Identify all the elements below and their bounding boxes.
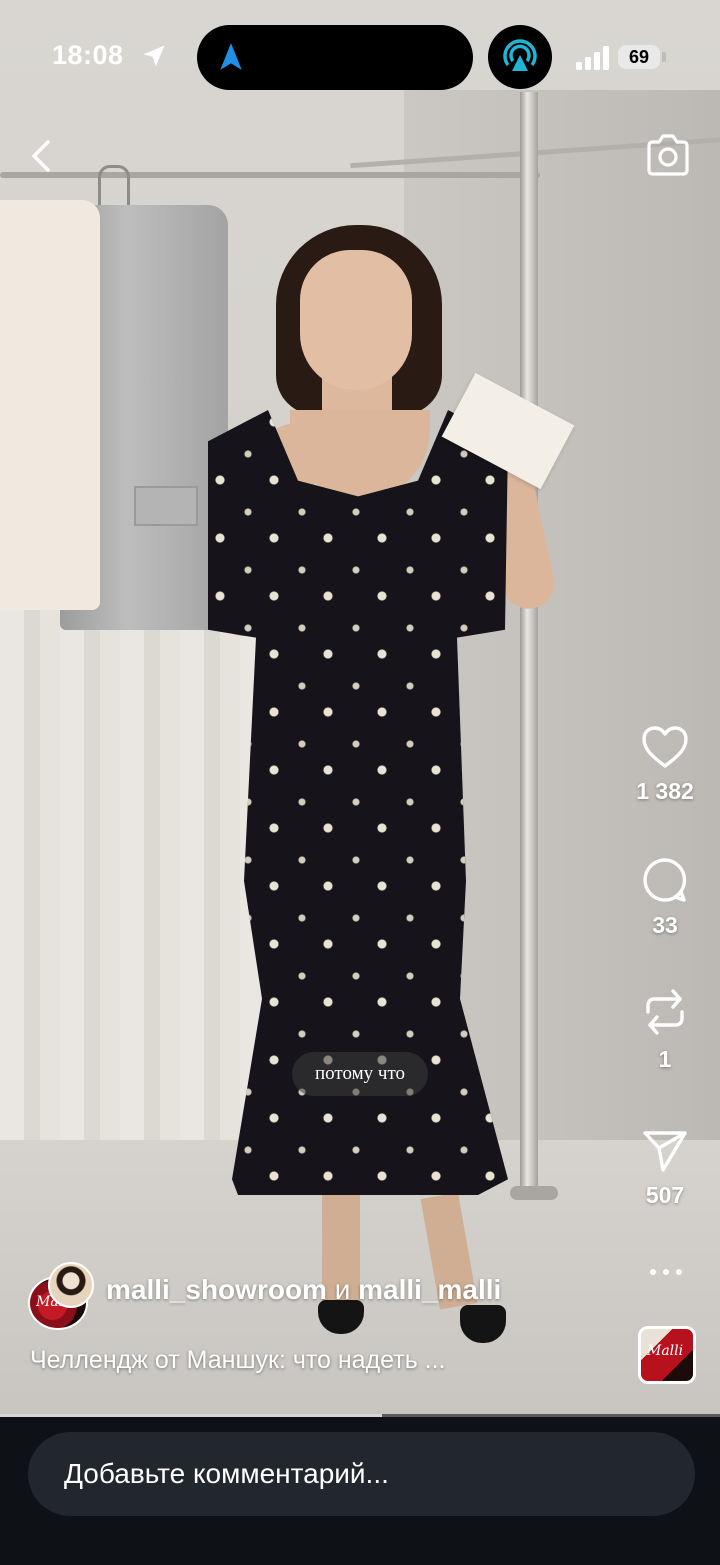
video-subtitle: потому что (292, 1052, 428, 1096)
battery-indicator: 69 (618, 45, 660, 69)
chevron-left-icon[interactable] (26, 138, 58, 174)
collab-avatar[interactable] (48, 1262, 94, 1308)
share-action[interactable]: 507 (625, 1128, 705, 1209)
hotspot-icon (503, 39, 537, 71)
audio-track-thumbnail[interactable]: Malli (638, 1326, 696, 1384)
hanger (98, 165, 130, 208)
jacket-pocket (134, 486, 198, 526)
clothing-rail (0, 172, 540, 178)
hotspot-indicator (488, 25, 552, 89)
rack-pole-base (510, 1186, 558, 1200)
battery-tip (662, 52, 666, 62)
share-count: 507 (645, 1182, 685, 1208)
heart-icon[interactable] (640, 724, 690, 770)
location-arrow-icon (143, 45, 165, 67)
reel-video-frame[interactable] (0, 0, 720, 1415)
comment-input[interactable] (28, 1432, 695, 1516)
author-username[interactable]: malli_showroom (106, 1274, 327, 1305)
audio-thumb-text: Malli (647, 1343, 684, 1359)
video-progress-fill (0, 1414, 382, 1417)
cream-jacket (0, 200, 100, 610)
navigation-arrow-icon (220, 43, 242, 70)
repost-count: 1 (658, 1046, 672, 1072)
author-connector: и (326, 1274, 359, 1305)
repost-icon[interactable] (642, 986, 688, 1038)
author-names[interactable]: malli_showroom и malli_malli (106, 1274, 501, 1306)
collab-username[interactable]: malli_malli (358, 1274, 501, 1305)
reel-caption[interactable]: Челлендж от Маншук: что надеть ... (30, 1346, 446, 1375)
camera-icon[interactable] (644, 132, 692, 178)
comment-count: 33 (652, 912, 678, 938)
status-time: 18:08 (52, 40, 124, 70)
comment-bubble-icon[interactable] (641, 856, 689, 904)
repost-action[interactable]: 1 (625, 986, 705, 1073)
comment-action[interactable]: 33 (625, 856, 705, 939)
like-count: 1 382 (636, 778, 694, 804)
cellular-signal-icon (576, 46, 609, 70)
more-dots-icon[interactable] (648, 1262, 684, 1282)
paper-plane-icon[interactable] (641, 1128, 689, 1174)
rack-pole (520, 92, 538, 1192)
model-face (300, 250, 412, 390)
curtain (0, 560, 280, 1170)
like-action[interactable]: 1 382 (625, 724, 705, 805)
